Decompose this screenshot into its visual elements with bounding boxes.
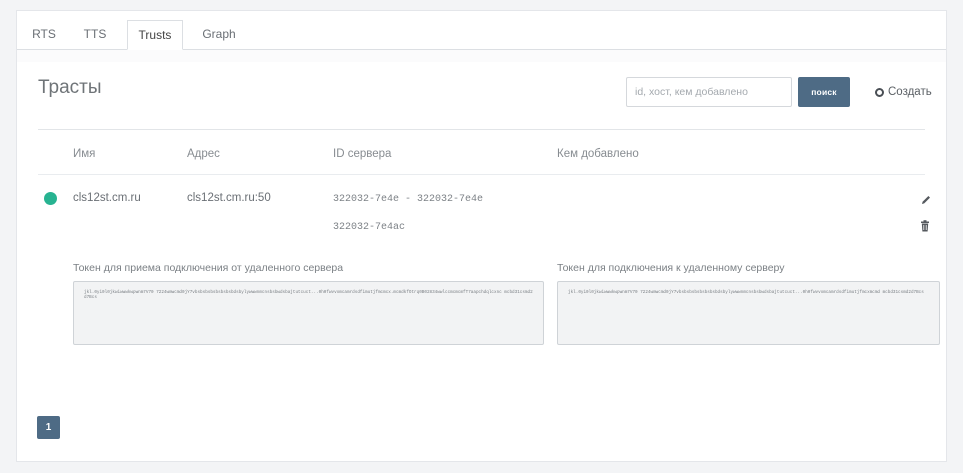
column-header-added-by: Кем добавлено [557,148,639,160]
create-button[interactable]: Создать [875,86,932,98]
header-divider [38,129,925,130]
search-button[interactable]: поиск [798,77,850,107]
incoming-token-label: Токен для приема подключения от удаленно… [73,262,344,274]
tab-rts[interactable]: RTS [26,20,62,49]
column-header-server-id: ID сервера [333,148,392,160]
pencil-icon[interactable] [920,194,932,206]
tab-graph[interactable]: Graph [195,20,243,49]
trash-icon[interactable] [920,220,930,232]
tab-bar: RTS TTS Trusts Graph [17,11,946,50]
outgoing-token-field[interactable]: jkl.0yi0l0jkwiwwwkwpwnm7V70 7224wmwcmd0j… [557,281,940,345]
status-online-icon [44,192,57,205]
page-title: Трасты [38,77,102,98]
table-header-divider [38,174,925,175]
tab-tts[interactable]: TTS [75,20,115,49]
tab-trusts[interactable]: Trusts [127,20,183,50]
outgoing-token-label: Токен для подключения к удаленному серве… [557,262,785,274]
trusts-frame: RTS TTS Trusts Graph Трасты поиск Создат… [16,10,947,462]
server-id-range: 322032-7e4e - 322032-7e4e [333,194,484,205]
incoming-token-field[interactable]: jkl.0yi0l0jkwiwwwkwpwnm7V70 7224wmwcmd0j… [73,281,544,345]
pagination-page-button[interactable]: 1 [37,416,60,439]
search-input[interactable] [626,77,792,107]
trust-address: cls12st.cm.ru:50 [187,192,271,204]
server-id: 322032-7e4ac [333,222,406,233]
panel-top-strip [17,50,946,62]
plus-circle-icon [875,87,884,97]
column-header-address: Адрес [187,148,220,160]
trust-name: cls12st.cm.ru [73,192,141,204]
column-header-name: Имя [73,148,96,160]
create-label: Создать [888,86,932,98]
